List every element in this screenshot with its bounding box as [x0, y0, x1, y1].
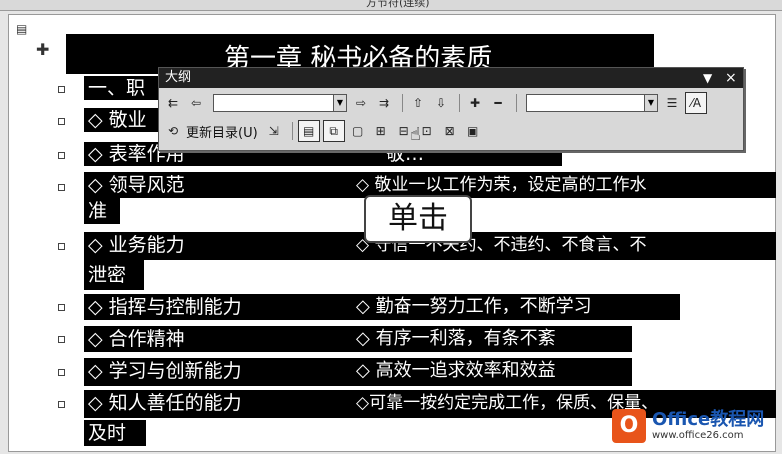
- line-4-right[interactable]: ◇ 敬业一以工作为荣，设定高的工作水: [356, 173, 646, 197]
- bullet-icon: [58, 336, 65, 343]
- outline-toolbar[interactable]: 大纲 ▼ × ⇇ ⇦ ▼ ⇨ ⇉ ⇧ ⇩ ✚ ━ ▼ ☰ ⁄A ⟲ 更新目录(U…: [158, 67, 744, 151]
- bullet-icon: [58, 401, 65, 408]
- show-first-line-icon[interactable]: ☰: [662, 93, 682, 113]
- line-1[interactable]: 一、职: [88, 76, 145, 100]
- promote-icon[interactable]: ⇦: [186, 93, 206, 113]
- line-8[interactable]: ◇ 指挥与控制能力: [88, 295, 242, 319]
- move-down-icon[interactable]: ⇩: [431, 93, 451, 113]
- watermark-url: www.office26.com: [652, 430, 744, 441]
- line-10[interactable]: ◇ 学习与创新能力: [88, 359, 242, 383]
- expand-plus-icon[interactable]: ✚: [36, 40, 49, 59]
- watermark-logo: O Office教程网 www.office26.com: [612, 404, 764, 448]
- update-toc-label: 更新目录: [186, 125, 239, 141]
- demote-icon[interactable]: ⇨: [351, 93, 371, 113]
- toolbar-separator: [402, 94, 403, 112]
- section-break-label: 方节符(连续): [360, 0, 436, 10]
- toolbar-options-icon[interactable]: ▼: [703, 68, 712, 88]
- expand-subdocuments-icon[interactable]: ⧉: [322, 120, 345, 142]
- collapse-icon[interactable]: ━: [488, 93, 508, 113]
- master-document-view-icon[interactable]: ▤: [297, 120, 320, 142]
- watermark-name: Office教程网: [652, 409, 765, 430]
- section-break-strip: 方节符(连续): [0, 0, 782, 11]
- office-logo-icon: O: [612, 409, 646, 443]
- go-to-toc-icon[interactable]: ⇲: [264, 121, 284, 141]
- split-subdocument-icon[interactable]: ⊠: [440, 121, 460, 141]
- toolbar-separator: [516, 94, 517, 112]
- toolbar-separator: [459, 94, 460, 112]
- promote-to-heading1-icon[interactable]: ⇇: [163, 93, 183, 113]
- screenshot-frame: 方节符(连续) ▤ ✚ 第一章 秘书必备的素质 一、职 ◇ 敬业 ◇ 表率作用 …: [0, 0, 782, 454]
- insert-subdocument-icon[interactable]: ⊞: [371, 121, 391, 141]
- outline-toolbar-row-1: ⇇ ⇦ ▼ ⇨ ⇉ ⇧ ⇩ ✚ ━ ▼ ☰ ⁄A: [163, 90, 710, 116]
- bullet-icon: [58, 243, 65, 250]
- line-5[interactable]: 准: [88, 199, 107, 223]
- outline-toolbar-titlebar[interactable]: 大纲 ▼ ×: [159, 68, 743, 88]
- show-level-select[interactable]: ▼: [526, 94, 658, 112]
- line-11[interactable]: ◇ 知人善任的能力: [88, 391, 242, 415]
- watermark-text: Office教程网 www.office26.com: [652, 410, 764, 442]
- line-8-right[interactable]: ◇ 勤奋一努力工作，不断学习: [356, 295, 592, 319]
- toolbar-separator: [291, 122, 293, 140]
- close-icon[interactable]: ×: [725, 68, 737, 88]
- outline-toolbar-row-2: ⟲ 更新目录(U) ⇲ ▤ ⧉ ▢ ⊞ ⊟ ⊡ ⊠ ▣: [163, 118, 486, 144]
- line-12[interactable]: 及时: [88, 421, 126, 445]
- line-6[interactable]: ◇ 业务能力: [88, 233, 185, 257]
- bullet-icon: [58, 184, 65, 191]
- mouse-pointer-icon: ☝: [410, 124, 421, 145]
- chevron-down-icon[interactable]: ▼: [333, 95, 346, 111]
- outline-level-icon[interactable]: ▤: [16, 22, 27, 36]
- update-toc-shortcut: (U): [238, 125, 258, 141]
- chevron-down-icon[interactable]: ▼: [644, 95, 657, 111]
- line-9[interactable]: ◇ 合作精神: [88, 327, 185, 351]
- bullet-icon: [58, 152, 65, 159]
- line-2[interactable]: ◇ 敬业: [88, 108, 147, 132]
- demote-to-body-icon[interactable]: ⇉: [374, 93, 394, 113]
- outline-toolbar-title: 大纲: [165, 70, 192, 85]
- outline-level-select[interactable]: ▼: [213, 94, 347, 112]
- lock-document-icon[interactable]: ▣: [463, 121, 483, 141]
- line-10-right[interactable]: ◇ 高效一追求效率和效益: [356, 359, 556, 383]
- line-7[interactable]: 泄密: [88, 263, 126, 287]
- bullet-icon: [58, 304, 65, 311]
- bullet-icon: [58, 86, 65, 93]
- line-4[interactable]: ◇ 领导风范: [88, 173, 185, 197]
- bullet-icon: [58, 118, 65, 125]
- line-9-right[interactable]: ◇ 有序一利落，有条不紊: [356, 327, 556, 351]
- show-formatting-icon[interactable]: ⁄A: [685, 92, 707, 114]
- bullet-icon: [58, 369, 65, 376]
- update-toc-icon[interactable]: ⟲: [163, 121, 183, 141]
- create-subdocument-icon[interactable]: ▢: [348, 121, 368, 141]
- move-up-icon[interactable]: ⇧: [408, 93, 428, 113]
- expand-icon[interactable]: ✚: [465, 93, 485, 113]
- click-callout: 单击: [364, 195, 472, 243]
- update-toc-button[interactable]: 更新目录(U): [186, 122, 258, 141]
